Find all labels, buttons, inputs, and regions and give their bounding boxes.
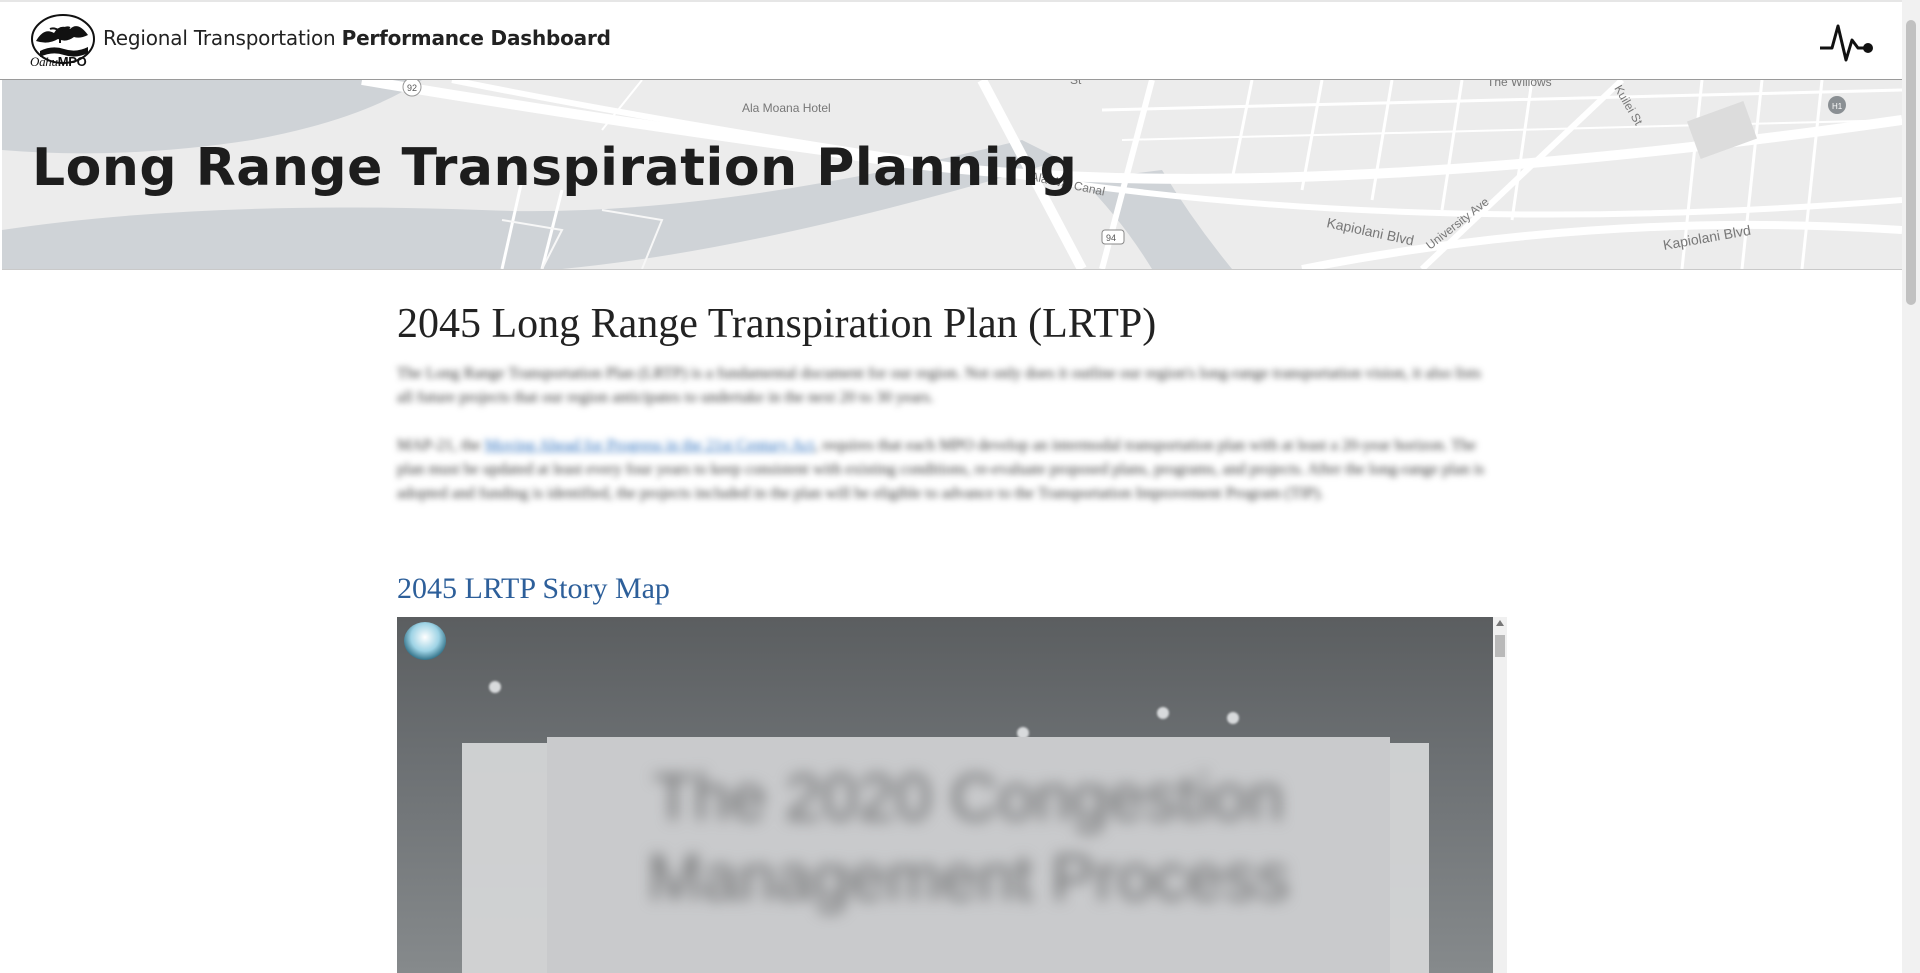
story-map-link[interactable]: 2045 LRTP Story Map	[397, 572, 670, 606]
map-label: 92	[407, 83, 417, 93]
page-scrollbar[interactable]	[1902, 0, 1920, 973]
banner-title: Long Range Transpiration Planning	[32, 138, 1078, 198]
map-label: St	[1070, 80, 1082, 87]
top-navbar: OahuMPO Regional Transportation Performa…	[0, 0, 1902, 80]
intro-paragraph: The Long Range Transportation Plan (LRTP…	[397, 365, 1481, 406]
page-scroll-thumb[interactable]	[1906, 20, 1916, 305]
story-map-embed[interactable]: The 2020 Congestion Management Process	[397, 617, 1507, 973]
scroll-up-icon[interactable]	[1496, 620, 1504, 626]
map-label: The Willows	[1487, 80, 1552, 89]
logo-wordmark: OahuMPO	[30, 54, 87, 69]
map21-paragraph: MAP-21, the Moving Ahead for Progress in…	[397, 437, 1485, 502]
page-heading: 2045 Long Range Transpiration Plan (LRTP…	[397, 301, 1157, 347]
embed-title: The 2020 Congestion Management Process	[647, 760, 1290, 914]
site-title[interactable]: Regional Transportation Performance Dash…	[103, 26, 611, 50]
hero-banner: Ala Moana Hotel Ala Wai Canal The Willow…	[2, 80, 1902, 270]
map21-link[interactable]: Moving Ahead for Progress in the 21st Ce…	[485, 437, 815, 454]
map-label: H1	[1832, 102, 1843, 111]
embed-scroll-thumb[interactable]	[1495, 635, 1505, 657]
cmp-logo-icon	[404, 622, 446, 660]
map-label: Ala Moana Hotel	[742, 101, 831, 115]
map-label: 94	[1106, 233, 1116, 243]
embed-scrollbar[interactable]	[1493, 617, 1507, 973]
heartbeat-icon[interactable]	[1818, 18, 1874, 64]
